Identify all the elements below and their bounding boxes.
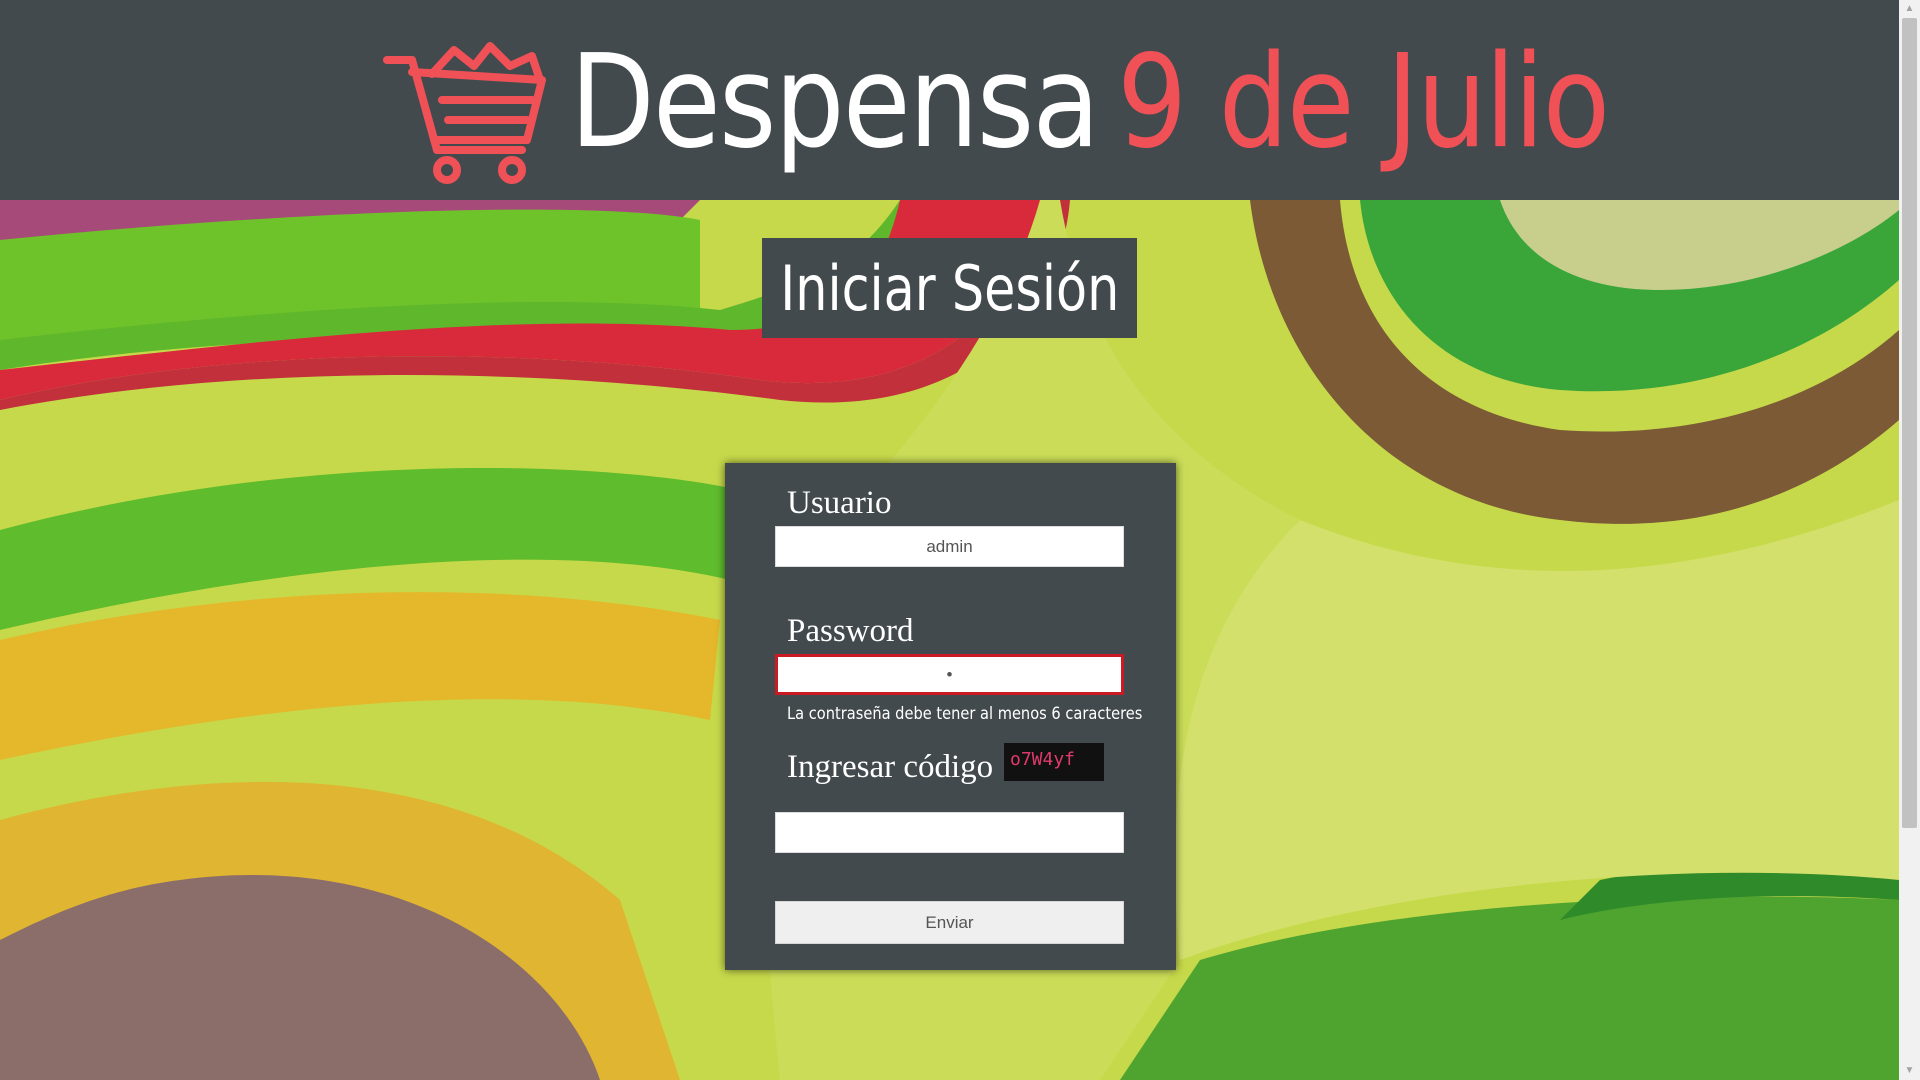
login-form: Usuario Password La contraseña debe tene… [725, 463, 1176, 970]
scroll-down-arrow-icon[interactable]: ▼ [1899, 1062, 1920, 1080]
captcha-label: Ingresar código [787, 749, 994, 785]
scroll-up-arrow-icon[interactable]: ▲ [1899, 0, 1920, 18]
vertical-scrollbar[interactable]: ▲ ▼ [1899, 0, 1920, 1080]
scrollbar-thumb[interactable] [1902, 18, 1917, 828]
page-title: Iniciar Sesión [779, 251, 1120, 325]
brand-name: Despensa [570, 27, 1100, 177]
username-label: Usuario [787, 485, 892, 521]
site-header: Despensa 9 de Julio [0, 0, 1899, 200]
page-title-box: Iniciar Sesión [762, 238, 1137, 338]
brand-wordmark: Despensa 9 de Julio [570, 22, 1610, 182]
captcha-field[interactable] [775, 812, 1124, 853]
brand-accent: 9 de Julio [1117, 27, 1610, 177]
username-field[interactable] [775, 526, 1124, 567]
password-label: Password [787, 613, 914, 649]
shopping-cart-icon [383, 42, 546, 184]
submit-button[interactable]: Enviar [775, 901, 1124, 944]
captcha-image: o7W4yf [1004, 743, 1104, 781]
password-field[interactable] [775, 654, 1124, 695]
password-error-message: La contraseña debe tener al menos 6 cara… [787, 704, 1143, 724]
